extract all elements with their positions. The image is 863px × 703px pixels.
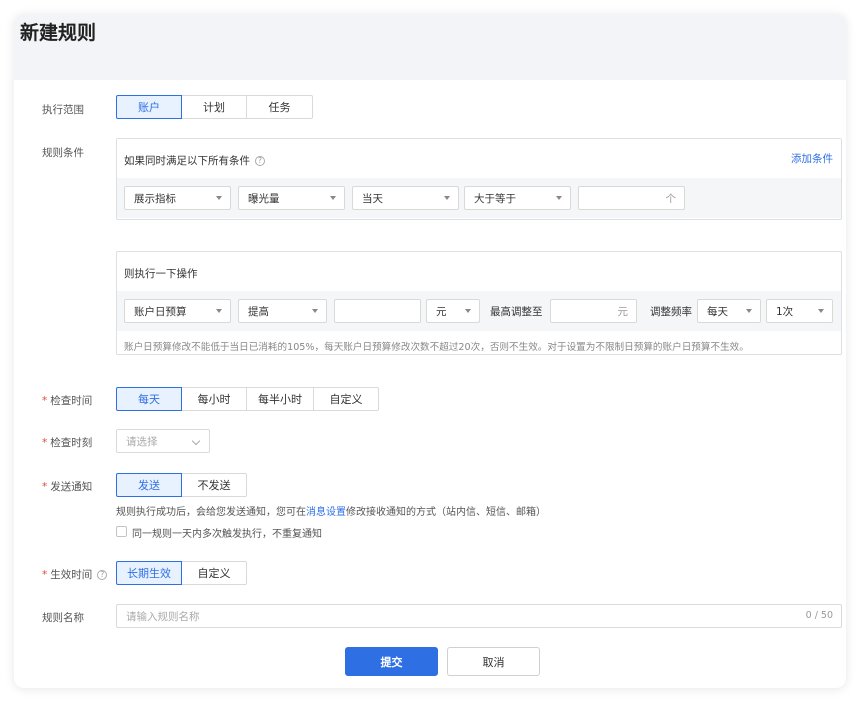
scope-option-task[interactable]: 任务	[246, 95, 313, 119]
scope-option-account[interactable]: 账户	[116, 95, 182, 119]
check-time-option-daily[interactable]: 每天	[116, 387, 182, 411]
condition-heading: 如果同时满足以下所有条件?	[124, 153, 265, 168]
caret-down-icon	[216, 196, 222, 200]
cancel-button[interactable]: 取消	[447, 647, 540, 676]
caret-down-icon	[556, 196, 562, 200]
scope-option-plan[interactable]: 计划	[181, 95, 247, 119]
caret-down-icon	[216, 309, 222, 313]
caret-down-icon	[444, 196, 450, 200]
operator-select[interactable]: 大于等于	[464, 186, 571, 210]
action-amount-input[interactable]	[334, 299, 421, 323]
check-time-option-custom[interactable]: 自定义	[313, 387, 379, 411]
unit-suffix: 元	[617, 305, 629, 318]
condition-panel: 如果同时满足以下所有条件? 添加条件 展示指标 曝光量 当天 大于等于 个	[116, 138, 842, 220]
rule-name-counter: 0 / 50	[805, 610, 833, 621]
question-circle-icon[interactable]: ?	[97, 570, 108, 580]
page-title: 新建规则	[20, 22, 97, 44]
effective-time-label: * 生效时间?	[42, 567, 108, 582]
submit-button[interactable]: 提交	[345, 647, 438, 676]
caret-down-icon	[465, 309, 471, 313]
frequency-times-select[interactable]: 1次	[766, 299, 833, 323]
unit-suffix: 个	[665, 192, 677, 205]
scope-label: 执行范围	[42, 104, 84, 116]
metric-type-select[interactable]: 展示指标	[124, 186, 231, 210]
max-adjust-label: 最高调整至	[490, 306, 543, 318]
effective-option-long-term[interactable]: 长期生效	[116, 561, 182, 585]
action-direction-select[interactable]: 提高	[238, 299, 327, 323]
effective-option-custom[interactable]: 自定义	[181, 561, 247, 585]
check-moment-label: * 检查时刻	[42, 437, 93, 449]
max-adjust-input[interactable]: 元	[550, 299, 637, 323]
add-condition-link[interactable]: 添加条件	[791, 151, 833, 166]
card-header: 新建规则	[14, 14, 846, 80]
action-target-select[interactable]: 账户日预算	[124, 299, 231, 323]
adjust-frequency-label: 调整频率	[650, 306, 692, 318]
action-unit-select[interactable]: 元	[426, 299, 480, 323]
check-time-option-half-hour[interactable]: 每半小时	[246, 387, 314, 411]
action-panel: 则执行一下操作 账户日预算 提高 元 最高调整至 元 调整频率 每天 1次 账户…	[116, 251, 842, 355]
caret-down-icon	[818, 309, 824, 313]
dedupe-notify-checkbox[interactable]	[116, 526, 127, 537]
notify-segmented: 发送 不发送	[116, 473, 247, 497]
message-settings-link[interactable]: 消息设置	[306, 507, 346, 518]
effective-time-segmented: 长期生效 自定义	[116, 561, 247, 585]
chevron-down-icon	[191, 436, 201, 446]
notify-option-no-send[interactable]: 不发送	[181, 473, 247, 497]
action-note: 账户日预算修改不能低于当日已消耗的105%，每天账户日预算修改次数不超过20次，…	[124, 342, 749, 353]
scope-segmented: 账户 计划 任务	[116, 95, 313, 119]
dedupe-notify-label: 同一规则一天内多次触发执行，不重复通知	[132, 529, 322, 540]
check-moment-select[interactable]: 请选择	[116, 429, 210, 453]
check-time-label: * 检查时间	[42, 395, 93, 407]
check-time-option-hourly[interactable]: 每小时	[181, 387, 247, 411]
check-time-segmented: 每天 每小时 每半小时 自定义	[116, 387, 379, 411]
notify-description: 规则执行成功后，会给您发送通知，您可在消息设置修改接收通知的方式（站内信、短信、…	[116, 507, 546, 518]
caret-down-icon	[330, 196, 336, 200]
caret-down-icon	[746, 309, 752, 313]
period-select[interactable]: 当天	[352, 186, 459, 210]
rule-name-label: 规则名称	[42, 612, 84, 624]
metric-select[interactable]: 曝光量	[238, 186, 345, 210]
action-heading: 则执行一下操作	[124, 268, 198, 280]
rule-form-card: 新建规则 执行范围 账户 计划 任务 规则条件 如果同时满足以下所有条件? 添加…	[14, 14, 846, 688]
rule-name-input[interactable]: 请输入规则名称 0 / 50	[116, 604, 842, 628]
condition-value-input[interactable]: 个	[578, 186, 685, 210]
question-circle-icon[interactable]: ?	[255, 156, 265, 166]
frequency-period-select[interactable]: 每天	[697, 299, 761, 323]
condition-label: 规则条件	[42, 147, 84, 159]
notify-label: * 发送通知	[42, 481, 93, 493]
caret-down-icon	[312, 309, 318, 313]
notify-option-send[interactable]: 发送	[116, 473, 182, 497]
